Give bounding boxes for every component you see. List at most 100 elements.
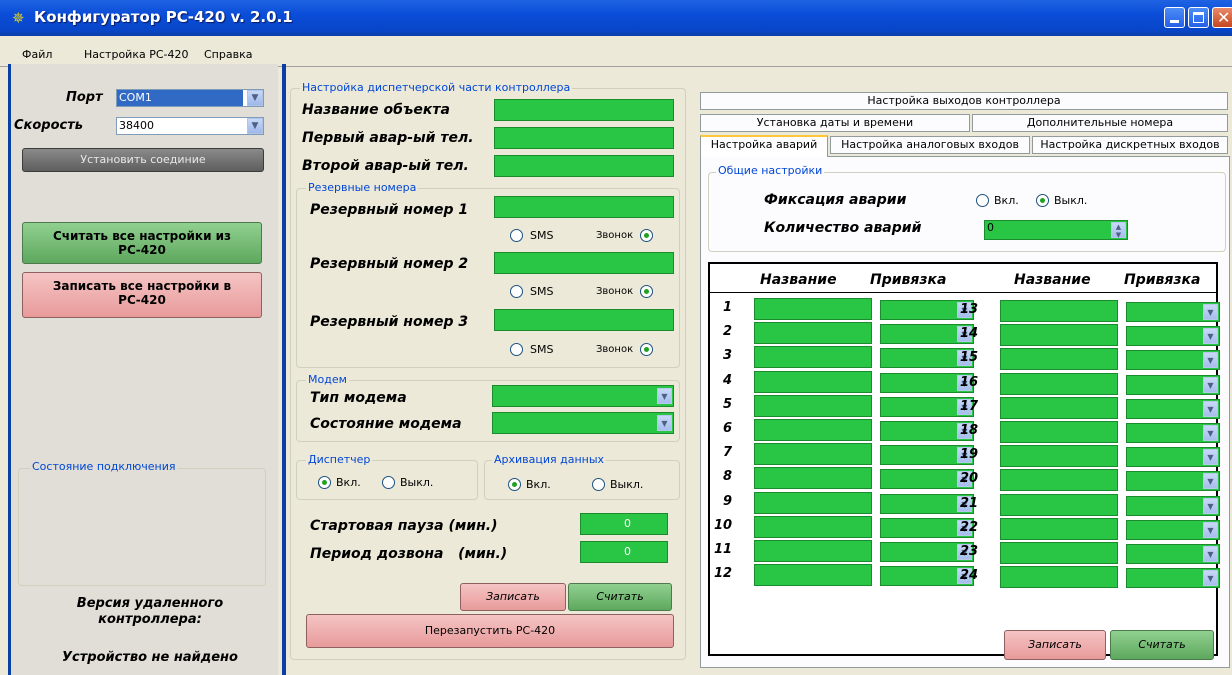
phone1-input[interactable]	[494, 127, 674, 149]
alarm-name-input[interactable]	[1000, 469, 1118, 491]
read-all-button[interactable]: Считать все настройки из РС-420	[22, 222, 262, 264]
dispatcher-off-radio[interactable]	[382, 476, 395, 489]
alarm-binding-select[interactable]: ▼	[1126, 326, 1220, 346]
chevron-down-icon[interactable]: ▼	[1203, 328, 1218, 344]
object-name-input[interactable]	[494, 99, 674, 121]
alarm-name-input[interactable]	[754, 516, 872, 538]
reserve2-input[interactable]	[494, 252, 674, 274]
menu-help[interactable]: Справка	[204, 48, 252, 61]
alarm-name-input[interactable]	[1000, 373, 1118, 395]
chevron-down-icon[interactable]: ▼	[1203, 352, 1218, 368]
maximize-button[interactable]	[1188, 7, 1209, 28]
alarm-name-input[interactable]	[754, 492, 872, 514]
row-number: 12	[714, 566, 733, 581]
chevron-down-icon[interactable]: ▼	[657, 415, 672, 431]
alarm-name-input[interactable]	[1000, 566, 1118, 588]
alarms-write-button[interactable]: Записать	[1004, 630, 1106, 660]
start-pause-input[interactable]: 0	[580, 513, 668, 535]
chevron-down-icon[interactable]: ▼	[657, 388, 672, 404]
read-button[interactable]: Считать	[568, 583, 672, 611]
dial-period-input[interactable]: 0	[580, 541, 668, 563]
chevron-down-icon[interactable]: ▼	[1203, 570, 1218, 586]
fix-on-radio[interactable]	[976, 194, 989, 207]
alarm-name-input[interactable]	[1000, 421, 1118, 443]
alarm-name-input[interactable]	[754, 419, 872, 441]
tab-extra-numbers[interactable]: Дополнительные номера	[972, 114, 1228, 132]
alarm-binding-select[interactable]: ▼	[1126, 302, 1220, 322]
tab-discrete-inputs[interactable]: Настройка дискретных входов	[1032, 136, 1228, 154]
reserve1-sms-radio[interactable]	[510, 229, 523, 242]
alarm-binding-select[interactable]: ▼	[1126, 496, 1220, 516]
stepper-icon[interactable]: ▲ ▼	[1111, 222, 1126, 239]
reserve3-input[interactable]	[494, 309, 674, 331]
alarm-binding-select[interactable]: ▼	[1126, 350, 1220, 370]
close-button[interactable]: ✕	[1212, 7, 1232, 28]
alarm-name-input[interactable]	[1000, 445, 1118, 467]
chevron-down-icon[interactable]: ▼	[1203, 304, 1218, 320]
chevron-down-icon[interactable]: ▼	[247, 118, 263, 134]
reserve1-call-radio[interactable]	[640, 229, 653, 242]
reserve2-sms-radio[interactable]	[510, 285, 523, 298]
chevron-down-icon[interactable]: ▼	[1203, 449, 1218, 465]
alarm-name-input[interactable]	[1000, 324, 1118, 346]
phone2-input[interactable]	[494, 155, 674, 177]
tab-datetime[interactable]: Установка даты и времени	[700, 114, 970, 132]
restart-button[interactable]: Перезапустить РС-420	[306, 614, 674, 648]
alarm-binding-select[interactable]: ▼	[1126, 399, 1220, 419]
tab-alarms[interactable]: Настройка аварий	[700, 135, 828, 157]
chevron-down-icon[interactable]: ▼	[1203, 377, 1218, 393]
archive-on-radio[interactable]	[508, 478, 521, 491]
alarm-name-input[interactable]	[1000, 494, 1118, 516]
alarms-read-button[interactable]: Считать	[1110, 630, 1214, 660]
chevron-down-icon[interactable]: ▼	[1203, 546, 1218, 562]
alarm-name-input[interactable]	[1000, 518, 1118, 540]
reserve1-input[interactable]	[494, 196, 674, 218]
alarm-name-input[interactable]	[754, 467, 872, 489]
write-all-button[interactable]: Записать все настройки в РС-420	[22, 272, 262, 318]
alarm-name-input[interactable]	[754, 443, 872, 465]
alarm-binding-select[interactable]: ▼	[1126, 544, 1220, 564]
alarm-binding-select[interactable]: ▼	[1126, 520, 1220, 540]
archive-off-radio[interactable]	[592, 478, 605, 491]
alarm-name-input[interactable]	[1000, 300, 1118, 322]
modem-type-select[interactable]: ▼	[492, 385, 674, 407]
reserve2-call-radio[interactable]	[640, 285, 653, 298]
chevron-down-icon[interactable]: ▼	[1203, 401, 1218, 417]
alarm-name-input[interactable]	[1000, 348, 1118, 370]
alarm-binding-select[interactable]: ▼	[1126, 568, 1220, 588]
alarm-name-input[interactable]	[754, 395, 872, 417]
chevron-down-icon[interactable]: ▼	[1203, 473, 1218, 489]
alarm-binding-select[interactable]: ▼	[1126, 423, 1220, 443]
alarm-name-input[interactable]	[754, 540, 872, 562]
chevron-down-icon[interactable]: ▼	[247, 90, 263, 106]
tab-outputs[interactable]: Настройка выходов контроллера	[700, 92, 1228, 110]
alarm-name-input[interactable]	[754, 322, 872, 344]
minimize-button[interactable]	[1164, 7, 1185, 28]
alarm-binding-select[interactable]: ▼	[1126, 375, 1220, 395]
chevron-down-icon[interactable]: ▼	[1203, 498, 1218, 514]
connect-button[interactable]: Установить соединие	[22, 148, 264, 172]
write-button[interactable]: Записать	[460, 583, 566, 611]
alarm-name-input[interactable]	[754, 346, 872, 368]
fix-off-radio[interactable]	[1036, 194, 1049, 207]
chevron-down-icon[interactable]: ▼	[1203, 522, 1218, 538]
dispatcher-on-radio[interactable]	[318, 476, 331, 489]
modem-state-select[interactable]: ▼	[492, 412, 674, 434]
reserve1-sms-label: SMS	[530, 229, 554, 242]
tab-analog-inputs[interactable]: Настройка аналоговых входов	[830, 136, 1030, 154]
reserve3-call-radio[interactable]	[640, 343, 653, 356]
port-select[interactable]: COM1 ▼	[116, 89, 264, 107]
menu-settings[interactable]: Настройка РС-420	[84, 48, 189, 61]
reserve3-sms-radio[interactable]	[510, 343, 523, 356]
alarm-name-input[interactable]	[754, 564, 872, 586]
menu-file[interactable]: Файл	[22, 48, 52, 61]
alarm-name-input[interactable]	[1000, 542, 1118, 564]
alarm-binding-select[interactable]: ▼	[1126, 471, 1220, 491]
alarm-binding-select[interactable]: ▼	[1126, 447, 1220, 467]
alarm-name-input[interactable]	[754, 371, 872, 393]
chevron-down-icon[interactable]: ▼	[1203, 425, 1218, 441]
alarm-name-input[interactable]	[1000, 397, 1118, 419]
alarm-name-input[interactable]	[754, 298, 872, 320]
count-stepper[interactable]: 0 ▲ ▼	[984, 220, 1128, 240]
speed-select[interactable]: 38400 ▼	[116, 117, 264, 135]
